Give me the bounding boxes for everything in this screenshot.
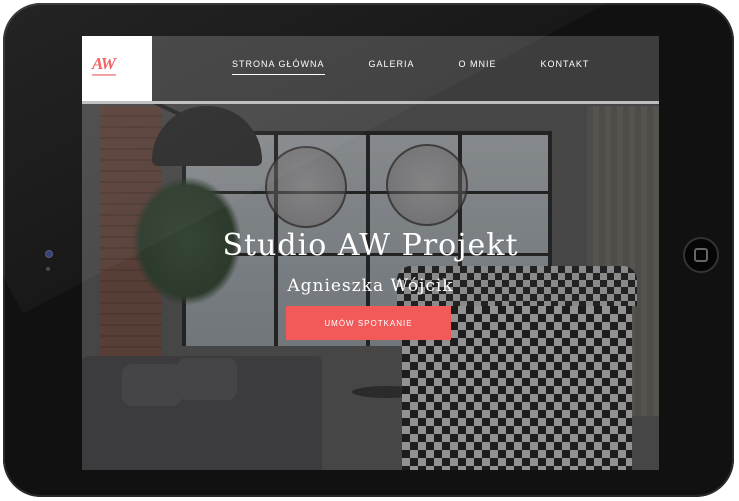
sensor-icon [46,267,50,271]
nav-item-home[interactable]: STRONA GŁÓWNA [232,59,325,75]
logo-tagline-mark [92,74,116,76]
main-nav: STRONA GŁÓWNA GALERIA O MNIE KONTAKT [232,59,633,75]
home-button[interactable] [683,237,719,273]
book-appointment-button[interactable]: UMÓW SPOTKANIE [286,306,451,340]
hero-title: Studio AW Projekt [222,228,519,263]
header-divider [82,101,659,104]
screen: AW STRONA GŁÓWNA GALERIA O MNIE KONTAKT … [82,36,659,470]
nav-item-about[interactable]: O MNIE [459,59,497,75]
hero-subtitle: Agnieszka Wójcik [287,276,454,296]
logo-slant-shape [124,36,152,102]
nav-item-contact[interactable]: KONTAKT [541,59,590,75]
home-button-icon [694,248,708,262]
nav-item-gallery[interactable]: GALERIA [369,59,415,75]
logo[interactable]: AW [92,54,116,74]
front-camera-icon [45,250,53,258]
site-header: AW STRONA GŁÓWNA GALERIA O MNIE KONTAKT [82,36,659,102]
